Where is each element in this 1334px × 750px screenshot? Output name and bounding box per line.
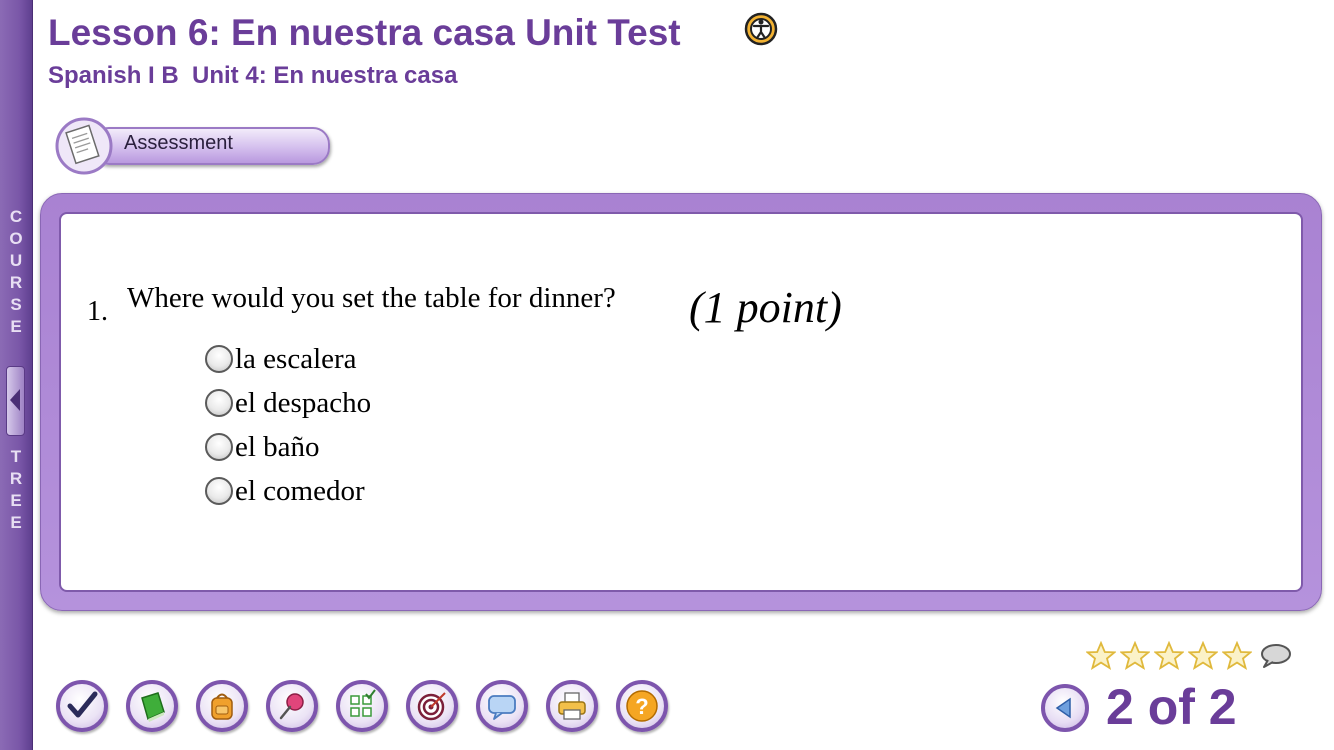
- course-tree-sidebar[interactable]: COURSE TREE: [0, 0, 33, 750]
- answer-option[interactable]: el comedor: [205, 474, 365, 508]
- book-button[interactable]: [126, 680, 178, 732]
- answer-option-label: el despacho: [235, 386, 372, 419]
- course-subtitle: Spanish I B Unit 4: En nuestra casa: [48, 62, 458, 89]
- speech-bubble-icon: [488, 695, 516, 720]
- answer-option[interactable]: la escalera: [205, 342, 357, 376]
- answer-option-label: el comedor: [235, 474, 365, 507]
- question-number: 1.: [87, 296, 108, 327]
- pushpin-icon: [279, 693, 304, 720]
- checklist-button[interactable]: [336, 680, 388, 732]
- target-button[interactable]: [406, 680, 458, 732]
- page-indicator: 2 of 2: [1106, 679, 1237, 735]
- radio-button[interactable]: [205, 477, 233, 505]
- answer-option-label: el baño: [235, 430, 320, 463]
- question-panel: 1. Where would you set the table for din…: [59, 212, 1303, 592]
- print-button[interactable]: [546, 680, 598, 732]
- course-tree-label-course: COURSE: [9, 207, 23, 336]
- star-icon[interactable]: [1188, 641, 1218, 671]
- checklist-icon: [350, 689, 376, 717]
- document-icon: [55, 117, 113, 175]
- target-icon: [417, 692, 446, 721]
- pushpin-button[interactable]: [266, 680, 318, 732]
- svg-text:?: ?: [635, 694, 648, 719]
- previous-page-button[interactable]: [1041, 684, 1089, 732]
- question-text: Where would you set the table for dinner…: [127, 282, 616, 314]
- question-frame: 1. Where would you set the table for din…: [40, 193, 1322, 611]
- answer-option[interactable]: el despacho: [205, 386, 371, 420]
- accessibility-icon[interactable]: [744, 12, 778, 46]
- answer-option[interactable]: el baño: [205, 430, 320, 464]
- assessment-badge: Assessment: [52, 116, 332, 178]
- radio-button[interactable]: [205, 345, 233, 373]
- help-icon: ?: [626, 690, 658, 722]
- star-icon[interactable]: [1086, 641, 1116, 671]
- chat-button[interactable]: [476, 680, 528, 732]
- page-title: Lesson 6: En nuestra casa Unit Test: [48, 12, 681, 53]
- star-icon[interactable]: [1154, 641, 1184, 671]
- backpack-icon: [211, 693, 233, 720]
- check-icon: [67, 691, 98, 718]
- assessment-label: Assessment: [124, 132, 233, 154]
- book-icon: [141, 692, 165, 722]
- check-button[interactable]: [56, 680, 108, 732]
- answer-option-label: la escalera: [235, 342, 357, 375]
- question-points: (1 point): [689, 283, 842, 332]
- radio-button[interactable]: [205, 433, 233, 461]
- comment-icon[interactable]: [1258, 642, 1292, 670]
- course-tree-label-tree: TREE: [9, 447, 23, 532]
- star-icon[interactable]: [1222, 641, 1252, 671]
- help-button[interactable]: ?: [616, 680, 668, 732]
- printer-icon: [558, 692, 586, 720]
- radio-button[interactable]: [205, 389, 233, 417]
- collapse-arrow-icon[interactable]: [6, 366, 25, 436]
- star-icon[interactable]: [1120, 641, 1150, 671]
- backpack-button[interactable]: [196, 680, 248, 732]
- rating-widget: [1086, 640, 1292, 672]
- back-arrow-icon: [1055, 697, 1071, 719]
